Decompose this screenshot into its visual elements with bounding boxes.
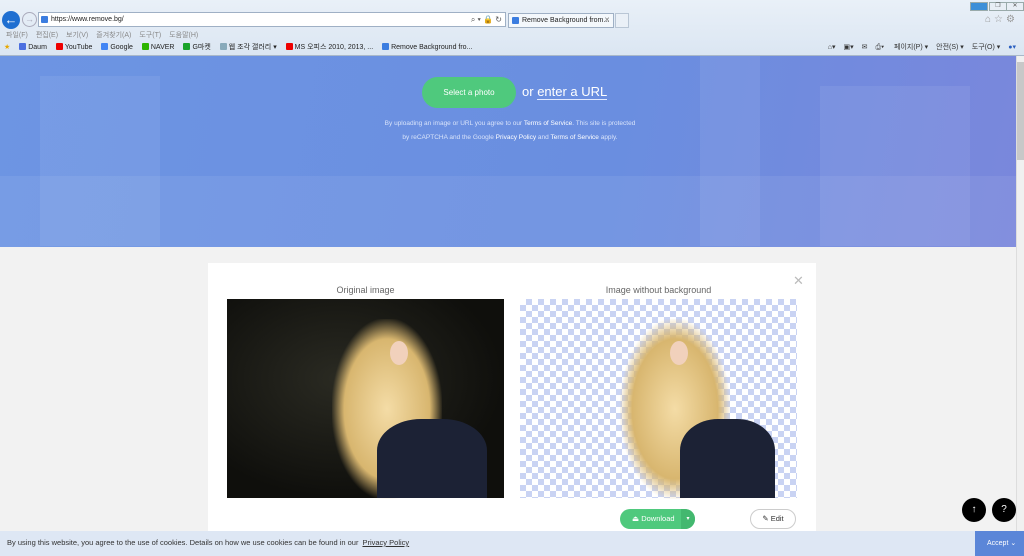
fav-naver[interactable]: NAVER <box>141 43 174 51</box>
browser-chrome: ← → https://www.remove.bg/ ⌕ ▾ 🔒 ↻ Remove… <box>0 0 1024 56</box>
tab-title: Remove Background from... <box>522 17 610 24</box>
legal-text: apply. <box>600 134 618 141</box>
command-bar: ⌂▾ ▣▾ ✉ ⎙▾ 페이지(P) ▾ 안전(S) ▾ 도구(O) ▾ ●▾ <box>820 42 1016 52</box>
cmd-tools[interactable]: 도구(O) ▾ <box>972 44 1000 51</box>
accept-label: Accept <box>987 540 1009 547</box>
home-icon[interactable]: ⌂▾ <box>828 44 836 51</box>
menu-help[interactable]: 도움말(H) <box>169 32 198 39</box>
chevron-down-icon: ⌄ <box>1010 540 1017 547</box>
address-bar[interactable]: https://www.remove.bg/ ⌕ ▾ 🔒 ↻ <box>38 12 506 27</box>
favorites-bar: ★ Daum YouTube Google NAVER G마켓 웹 조각 갤러리… <box>4 42 479 52</box>
legal-text: . This site is protected <box>572 120 636 127</box>
legal-text: by reCAPTCHA and the Google <box>402 134 494 141</box>
fav-youtube[interactable]: YouTube <box>55 43 92 51</box>
or-text: or <box>522 84 534 99</box>
download-label: Download <box>641 514 675 523</box>
favorites-star-icon[interactable]: ★ <box>4 44 10 51</box>
menu-file[interactable]: 파일(F) <box>6 32 28 39</box>
privacy-link[interactable]: Privacy Policy <box>496 134 536 141</box>
fav-web-slice[interactable]: 웹 조각 갤러리 ▾ <box>219 43 277 51</box>
original-image <box>227 299 504 499</box>
search-lock-refresh-icon[interactable]: ⌕ ▾ 🔒 ↻ <box>471 13 502 26</box>
rss-icon[interactable]: ▣▾ <box>843 44 853 51</box>
menu-bar: 파일(F) 편집(E) 보기(V) 즐겨찾기(A) 도구(T) 도움말(H) <box>6 30 206 40</box>
print-icon[interactable]: ⎙▾ <box>876 44 885 51</box>
fav-google[interactable]: Google <box>101 43 133 51</box>
download-button[interactable]: ⏏ Download ▾ <box>620 509 695 529</box>
enter-url: or enter a URL <box>522 84 608 100</box>
close-tab-icon[interactable]: ✕ <box>604 14 610 27</box>
restore-button[interactable]: ❐ <box>989 2 1007 11</box>
removed-image-title: Image without background <box>605 285 712 295</box>
terms-link[interactable]: Terms of Service <box>524 120 572 127</box>
back-button[interactable]: ← <box>2 11 20 29</box>
removed-background-image <box>520 299 797 499</box>
download-icon: ⏏ <box>632 514 640 523</box>
legal-text: and <box>537 134 549 141</box>
help-icon[interactable]: ●▾ <box>1008 44 1016 51</box>
site-favicon-icon <box>41 16 48 23</box>
legal-notice: By uploading an image or URL you agree t… <box>340 117 680 145</box>
enter-url-link[interactable]: enter a URL <box>537 84 608 100</box>
accept-cookies-button[interactable]: Accept ⌄ <box>975 531 1024 556</box>
cmd-page[interactable]: 페이지(P) ▾ <box>894 44 928 51</box>
mail-icon[interactable]: ✉ <box>862 44 868 51</box>
menu-tools[interactable]: 도구(T) <box>139 32 161 39</box>
minimize-button[interactable] <box>970 2 988 11</box>
fav-ms-office[interactable]: MS 오피스 2010, 2013, ... <box>285 43 373 51</box>
cookie-banner: By using this website, you agree to the … <box>0 531 1024 556</box>
fav-remove-bg[interactable]: Remove Background fro... <box>382 43 472 51</box>
fav-daum[interactable]: Daum <box>19 43 47 51</box>
cookie-text: By using this website, you agree to the … <box>7 538 359 547</box>
close-window-button[interactable]: ✕ <box>1006 2 1024 11</box>
menu-favorites[interactable]: 즐겨찾기(A) <box>96 32 131 39</box>
terms-link[interactable]: Terms of Service <box>550 134 598 141</box>
url-text: https://www.remove.bg/ <box>51 16 124 23</box>
question-icon: ? <box>1001 504 1007 515</box>
home-star-gear-icon[interactable]: ⌂☆⚙ <box>985 14 1018 25</box>
select-photo-button[interactable]: Select a photo <box>422 77 516 108</box>
legal-text: By uploading an image or URL you agree t… <box>384 120 523 127</box>
help-button[interactable]: ? <box>992 498 1016 522</box>
fav-gmarket[interactable]: G마켓 <box>183 43 211 51</box>
forward-button[interactable]: → <box>22 12 37 27</box>
original-image-title: Original image <box>336 285 395 295</box>
scroll-top-button[interactable]: ↑ <box>962 498 986 522</box>
tab-favicon-icon <box>512 17 519 24</box>
menu-edit[interactable]: 편집(E) <box>36 32 58 39</box>
scrollbar-thumb[interactable] <box>1017 62 1024 160</box>
edit-button[interactable]: ✎ Edit <box>750 509 796 529</box>
menu-view[interactable]: 보기(V) <box>66 32 88 39</box>
edit-label: Edit <box>770 514 784 523</box>
pencil-icon: ✎ <box>762 514 769 523</box>
cookie-privacy-link[interactable]: Privacy Policy <box>362 538 409 547</box>
arrow-up-icon: ↑ <box>971 504 977 515</box>
browser-tab[interactable]: Remove Background from... ✕ <box>508 13 614 28</box>
cmd-safety[interactable]: 안전(S) ▾ <box>936 44 964 51</box>
new-tab-button[interactable] <box>615 13 629 28</box>
